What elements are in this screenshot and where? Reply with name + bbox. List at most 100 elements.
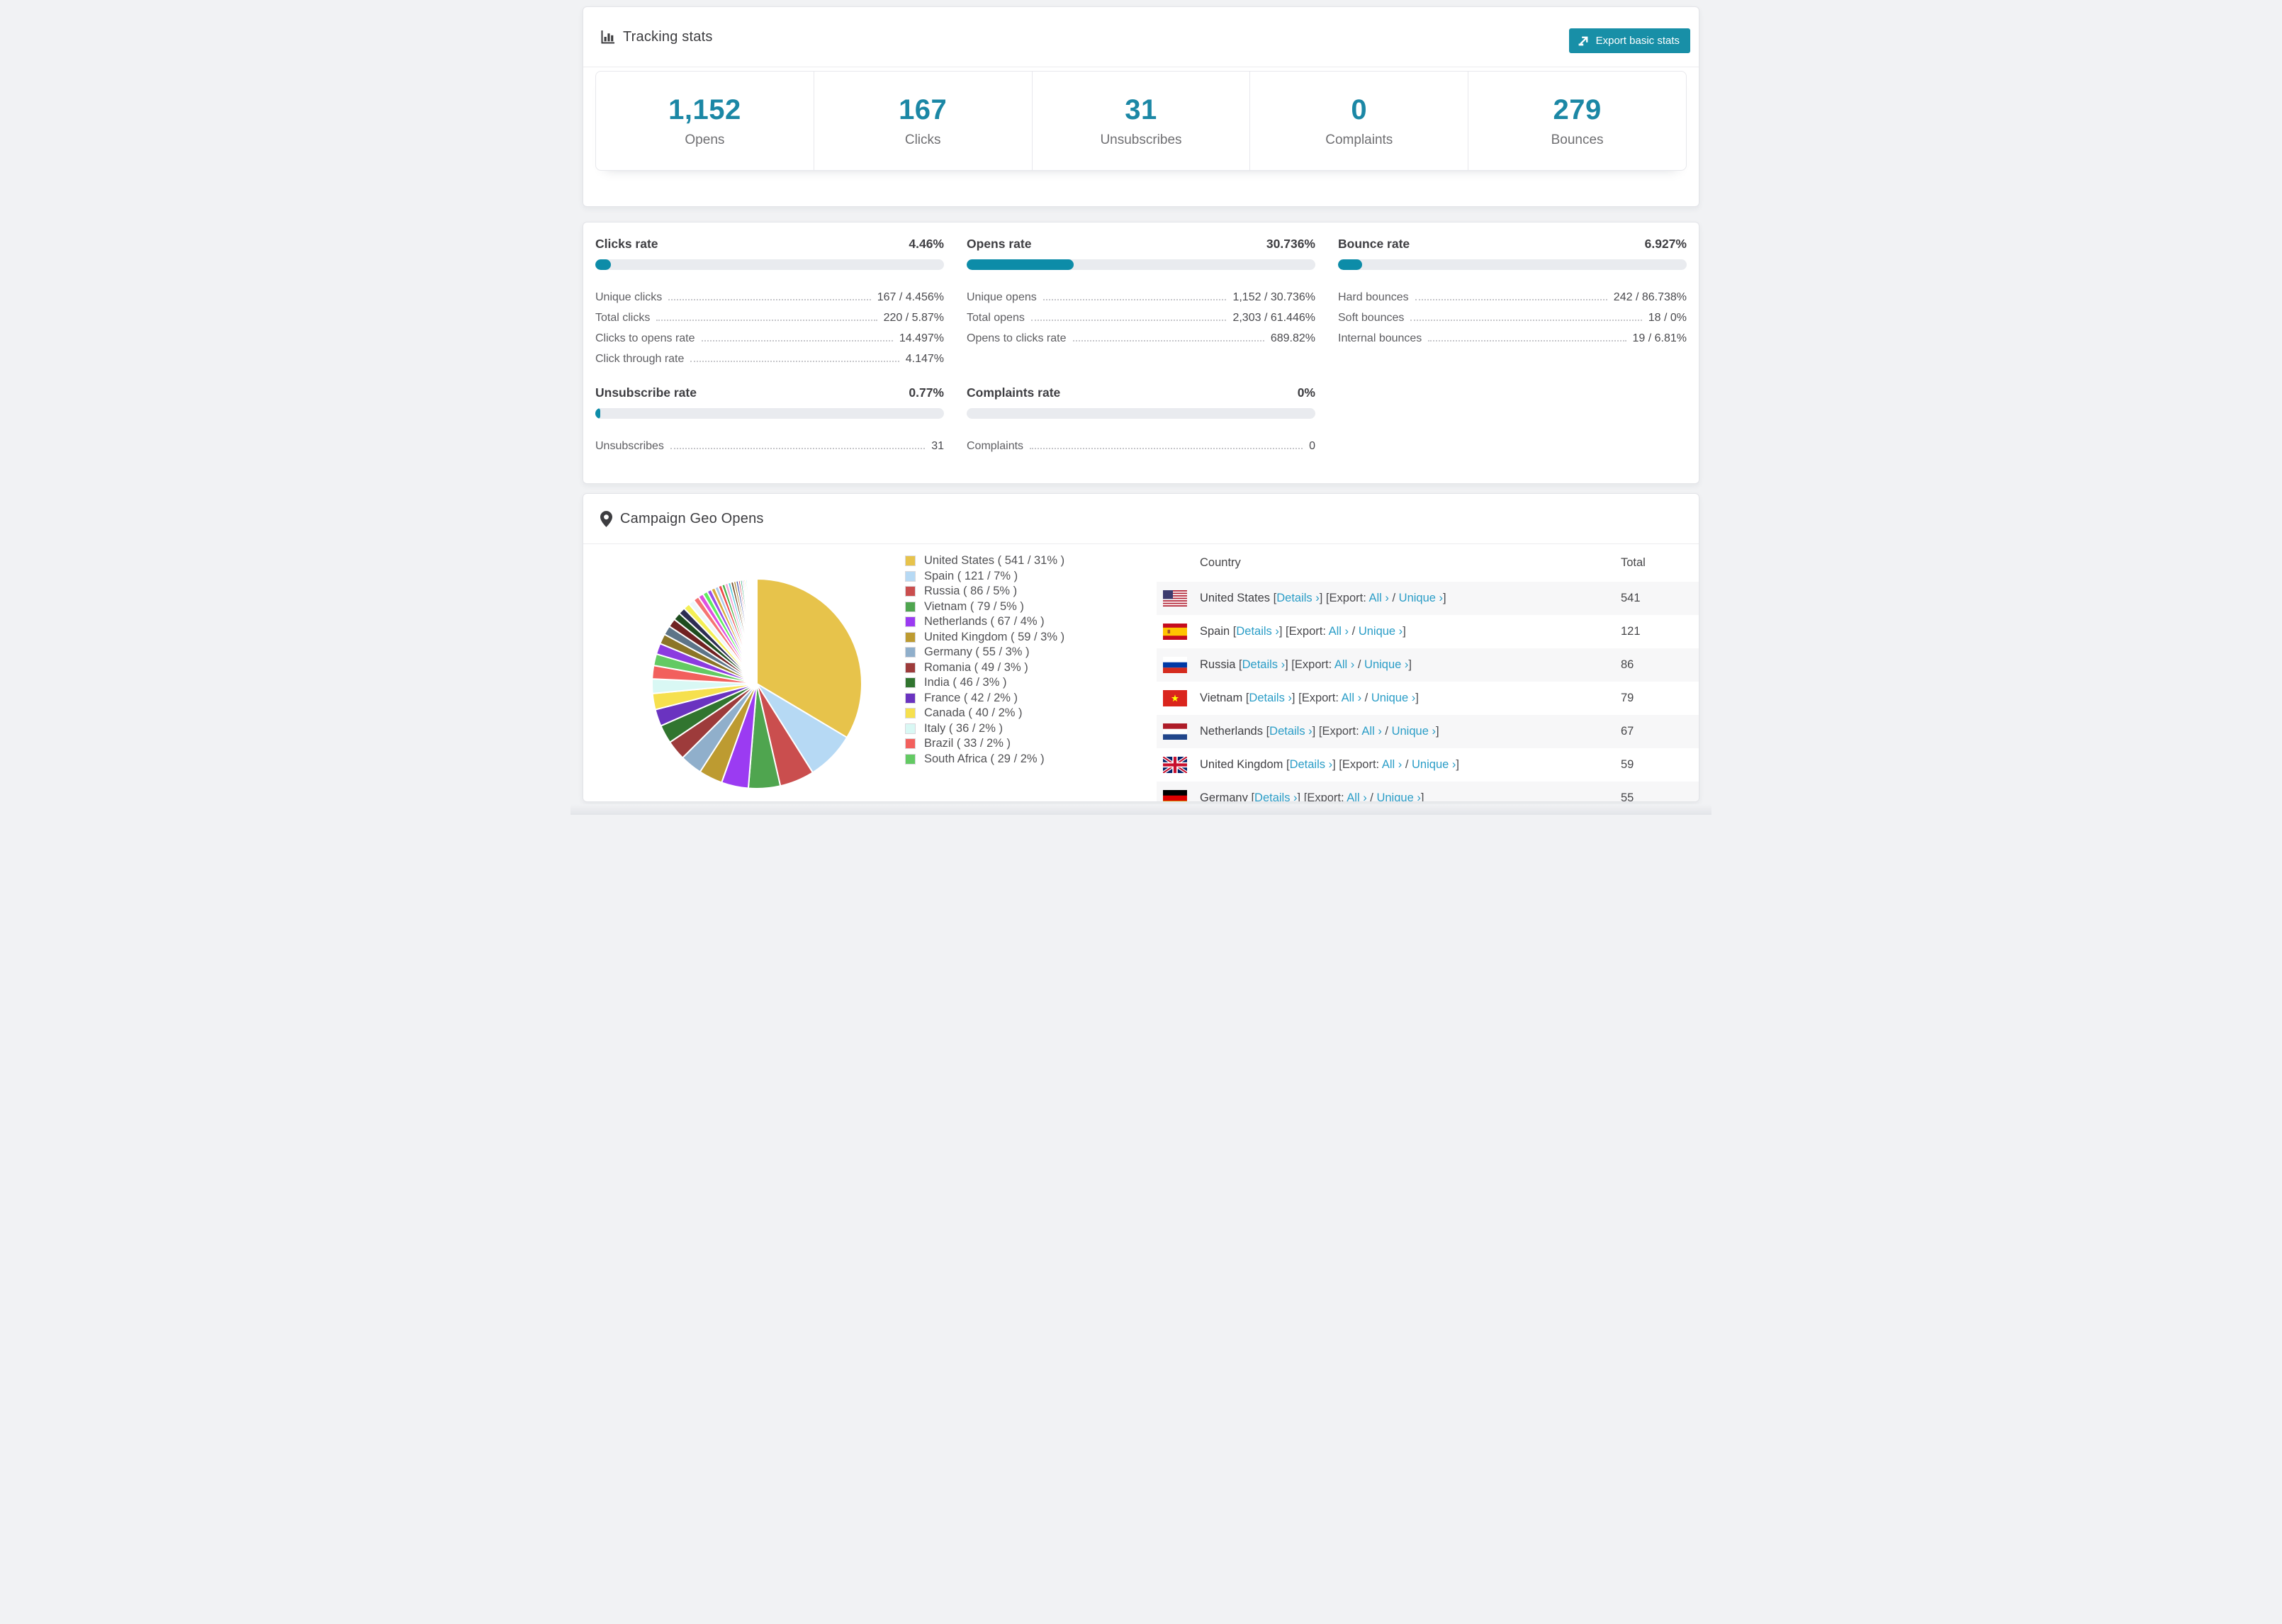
legend-item: United Kingdom ( 59 / 3% ) (905, 630, 1064, 645)
rate-stat-label: Opens to clicks rate (967, 332, 1067, 344)
rate-stat-row: Unsubscribes 31 (595, 432, 944, 453)
export-icon (1578, 35, 1590, 47)
details-link[interactable]: Details › (1236, 625, 1279, 638)
rates-card: Clicks rate 4.46% Unique clicks 167 / 4.… (583, 222, 1699, 484)
details-link[interactable]: Details › (1276, 592, 1320, 604)
details-link[interactable]: Details › (1249, 692, 1292, 704)
legend-item: Canada ( 40 / 2% ) (905, 706, 1064, 721)
rate-stat-label: Clicks to opens rate (595, 332, 695, 344)
country-name: Germany (1200, 791, 1248, 802)
table-row: United States [Details ›] [Export: All ›… (1157, 582, 1699, 615)
country-column-header: Country (1200, 556, 1241, 569)
legend-swatch (905, 738, 916, 750)
rate-stat-label: Complaints (967, 440, 1024, 452)
stat-cell: 31 Unsubscribes (1033, 72, 1251, 170)
legend-item: India ( 46 / 3% ) (905, 675, 1064, 691)
export-unique-link[interactable]: Unique › (1412, 758, 1456, 771)
legend-item: Netherlands ( 67 / 4% ) (905, 614, 1064, 630)
progress-bar (967, 259, 1315, 270)
dotted-leader (656, 320, 877, 321)
stat-value: 167 (899, 94, 948, 125)
legend-item: Romania ( 49 / 3% ) (905, 660, 1064, 676)
stats-summary-box: 1,152 Opens 167 Clicks 31 Unsubscribes 0… (595, 71, 1687, 171)
progress-bar-fill (967, 259, 1074, 270)
rate-stat-label: Unsubscribes (595, 440, 664, 452)
export-unique-link[interactable]: Unique › (1371, 692, 1415, 704)
legend-swatch (905, 692, 916, 704)
legend-swatch (905, 556, 916, 567)
export-all-link[interactable]: All › (1334, 658, 1354, 671)
rate-stat-value: 18 / 0% (1648, 312, 1687, 324)
rate-stat-label: Soft bounces (1338, 312, 1405, 324)
export-unique-link[interactable]: Unique › (1359, 625, 1403, 638)
table-row: Germany [Details ›] [Export: All › / Uni… (1157, 782, 1699, 802)
bar-chart-icon (600, 30, 615, 45)
details-link[interactable]: Details › (1290, 758, 1333, 771)
export-all-link[interactable]: All › (1361, 725, 1381, 738)
geo-table: Country Total United States [Details ›] … (1157, 543, 1699, 802)
dotted-leader (1030, 320, 1227, 321)
export-all-link[interactable]: All › (1368, 592, 1388, 604)
stat-label: Clicks (904, 132, 941, 147)
legend-item: Brazil ( 33 / 2% ) (905, 736, 1064, 752)
details-link[interactable]: Details › (1269, 725, 1313, 738)
rate-stat-value: 14.497% (899, 332, 944, 344)
dotted-leader (668, 299, 871, 300)
rate-stat-row: Click through rate 4.147% (595, 345, 944, 366)
geo-header: Campaign Geo Opens (583, 494, 1699, 543)
rate-value: 30.736% (1266, 237, 1315, 251)
progress-bar-fill (595, 408, 600, 419)
progress-bar (967, 408, 1315, 419)
export-all-link[interactable]: All › (1347, 791, 1366, 801)
geo-legend: United States ( 541 / 31% ) Spain ( 121 … (905, 553, 1064, 767)
dotted-leader (670, 448, 926, 449)
rate-value: 6.927% (1644, 237, 1687, 251)
legend-swatch (905, 723, 916, 734)
country-flag-icon (1163, 690, 1187, 706)
export-unique-link[interactable]: Unique › (1392, 725, 1436, 738)
country-name: Netherlands (1200, 725, 1263, 738)
rate-stat-value: 0 (1309, 440, 1315, 452)
stat-label: Bounces (1551, 132, 1604, 147)
legend-item: Russia ( 86 / 5% ) (905, 584, 1064, 599)
table-row: Spain [Details ›] [Export: All › / Uniqu… (1157, 615, 1699, 648)
export-basic-stats-button[interactable]: Export basic stats (1568, 28, 1690, 53)
stat-value: 1,152 (668, 94, 741, 125)
legend-label: United Kingdom ( 59 / 3% ) (924, 630, 1065, 643)
rate-stat-value: 19 / 6.81% (1632, 332, 1687, 344)
geo-title: Campaign Geo Opens (620, 510, 764, 526)
rate-stat-label: Hard bounces (1338, 291, 1409, 303)
rate-stat-value: 220 / 5.87% (883, 312, 944, 324)
rate-block: Opens rate 30.736% Unique opens 1,152 / … (967, 237, 1315, 366)
stat-cell: 167 Clicks (814, 72, 1033, 170)
rate-stat-label: Unique opens (967, 291, 1037, 303)
table-row: Netherlands [Details ›] [Export: All › /… (1157, 715, 1699, 748)
export-all-link[interactable]: All › (1329, 625, 1349, 638)
rate-stat-value: 31 (931, 440, 944, 452)
dotted-leader (701, 340, 893, 342)
export-all-link[interactable]: All › (1342, 692, 1361, 704)
legend-label: Canada ( 40 / 2% ) (924, 706, 1023, 720)
page-title: Tracking stats (623, 28, 713, 45)
rate-stat-row: Soft bounces 18 / 0% (1338, 304, 1687, 325)
export-unique-link[interactable]: Unique › (1399, 592, 1443, 604)
rate-title: Complaints rate (967, 385, 1061, 400)
export-unique-link[interactable]: Unique › (1376, 791, 1420, 801)
rate-title: Unsubscribe rate (595, 385, 697, 400)
rate-stat-value: 4.147% (905, 353, 944, 365)
stat-value: 279 (1553, 94, 1602, 125)
legend-swatch (905, 677, 916, 689)
legend-swatch (905, 647, 916, 658)
legend-swatch (905, 753, 916, 765)
country-flag-icon (1163, 624, 1187, 640)
details-link[interactable]: Details › (1242, 658, 1286, 671)
geo-table-rows: United States [Details ›] [Export: All ›… (1157, 582, 1699, 802)
legend-item: South Africa ( 29 / 2% ) (905, 752, 1064, 767)
legend-label: South Africa ( 29 / 2% ) (924, 752, 1045, 765)
rate-stat-value: 167 / 4.456% (877, 291, 944, 303)
rate-stat-label: Click through rate (595, 353, 685, 365)
country-total: 67 (1621, 725, 1634, 738)
export-all-link[interactable]: All › (1382, 758, 1402, 771)
export-unique-link[interactable]: Unique › (1364, 658, 1408, 671)
details-link[interactable]: Details › (1254, 791, 1298, 801)
